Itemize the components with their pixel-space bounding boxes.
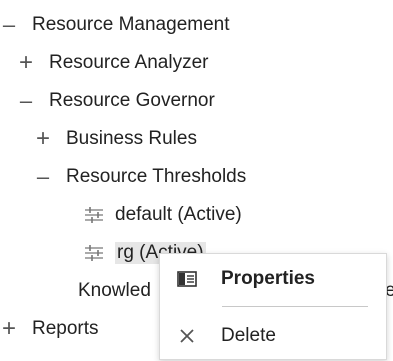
collapse-icon[interactable]: –: [0, 14, 18, 36]
node-label: Resource Analyzer: [49, 52, 209, 73]
tree-node-resource-analyzer[interactable]: + Resource Analyzer: [17, 48, 208, 78]
node-label: Reports: [32, 318, 99, 339]
menu-item-label: Delete: [221, 325, 276, 346]
menu-separator: [222, 306, 368, 307]
node-label: Resource Governor: [49, 90, 215, 111]
threshold-sliders-icon: [85, 207, 103, 223]
properties-panel-icon: [177, 271, 197, 287]
node-label: Resource Thresholds: [66, 166, 247, 187]
tree-node-reports[interactable]: + Reports: [0, 314, 99, 344]
context-menu: Properties Delete: [159, 253, 387, 360]
tree-node-resource-management[interactable]: – Resource Management: [0, 10, 230, 40]
tree-node-default-threshold[interactable]: default (Active): [84, 200, 242, 230]
expand-icon[interactable]: +: [17, 51, 35, 75]
menu-item-label: Properties: [221, 268, 315, 289]
node-label: Knowled: [78, 280, 151, 301]
tree-node-resource-thresholds[interactable]: – Resource Thresholds: [34, 162, 246, 192]
tree-node-knowledge[interactable]: Knowled: [78, 276, 151, 306]
threshold-sliders-icon: [85, 245, 103, 261]
expand-icon[interactable]: +: [34, 127, 52, 151]
node-label: default (Active): [115, 204, 242, 225]
collapse-icon[interactable]: –: [17, 90, 35, 112]
tree-node-resource-governor[interactable]: – Resource Governor: [17, 86, 215, 116]
close-x-icon: [180, 329, 194, 343]
menu-item-properties[interactable]: Properties: [160, 257, 386, 301]
node-label: Business Rules: [66, 128, 197, 149]
node-label: Resource Management: [32, 14, 230, 35]
expand-icon[interactable]: +: [0, 317, 18, 341]
collapse-icon[interactable]: –: [34, 166, 52, 188]
tree-node-business-rules[interactable]: + Business Rules: [34, 124, 197, 154]
menu-item-delete[interactable]: Delete: [160, 314, 386, 358]
